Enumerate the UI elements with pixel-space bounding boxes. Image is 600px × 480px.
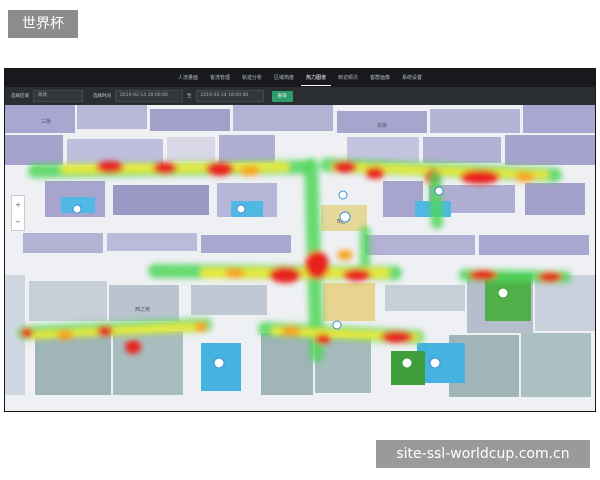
tab-2[interactable]: 轨迹分析 [237, 71, 267, 85]
tab-7[interactable]: 系统设置 [397, 71, 427, 85]
zone-label-1: 东街 [377, 122, 387, 129]
zoom-in-icon[interactable]: + [15, 201, 21, 209]
time-separator: 至 [187, 94, 192, 99]
top-navigation: 人流量面 客流管理 轨迹分析 区域热度 热力图谱 到访频次 客群画像 系统设置 [5, 69, 595, 87]
tab-1[interactable]: 客流管理 [205, 71, 235, 85]
zone-label-2: 西之苑 [135, 306, 150, 313]
watermark: site-ssl-worldcup.com.cn [376, 440, 590, 468]
heatmap-map[interactable]: 三街 东街 西之苑 B区 + − [5, 105, 595, 411]
map-canvas[interactable]: 三街 东街 西之苑 B区 [5, 105, 595, 411]
area-select[interactable]: 商场 [33, 90, 83, 102]
tab-5[interactable]: 到访频次 [333, 71, 363, 85]
end-time-input[interactable]: 2019-02-14 18:00:00 [195, 90, 264, 102]
zone-label-0: 三街 [41, 118, 51, 125]
query-button[interactable]: 查询 [271, 90, 293, 102]
zoom-out-icon[interactable]: − [15, 218, 21, 226]
tab-6[interactable]: 客群画像 [365, 71, 395, 85]
time-label: 选择时间 [93, 94, 111, 99]
tab-3[interactable]: 区域热度 [269, 71, 299, 85]
tab-0[interactable]: 人流量面 [173, 71, 203, 85]
start-time-input[interactable]: 2019-02-14 10:00:00 [115, 90, 183, 102]
filter-bar: 选择区域 商场 选择时间 2019-02-14 10:00:00 至 2019-… [5, 87, 595, 105]
area-label: 选择区域 [11, 94, 29, 99]
tab-4-active[interactable]: 热力图谱 [301, 71, 332, 86]
corner-label: 世界杯 [8, 10, 78, 38]
app-window: 人流量面 客流管理 轨迹分析 区域热度 热力图谱 到访频次 客群画像 系统设置 … [4, 68, 596, 412]
zoom-control: + − [11, 195, 25, 231]
